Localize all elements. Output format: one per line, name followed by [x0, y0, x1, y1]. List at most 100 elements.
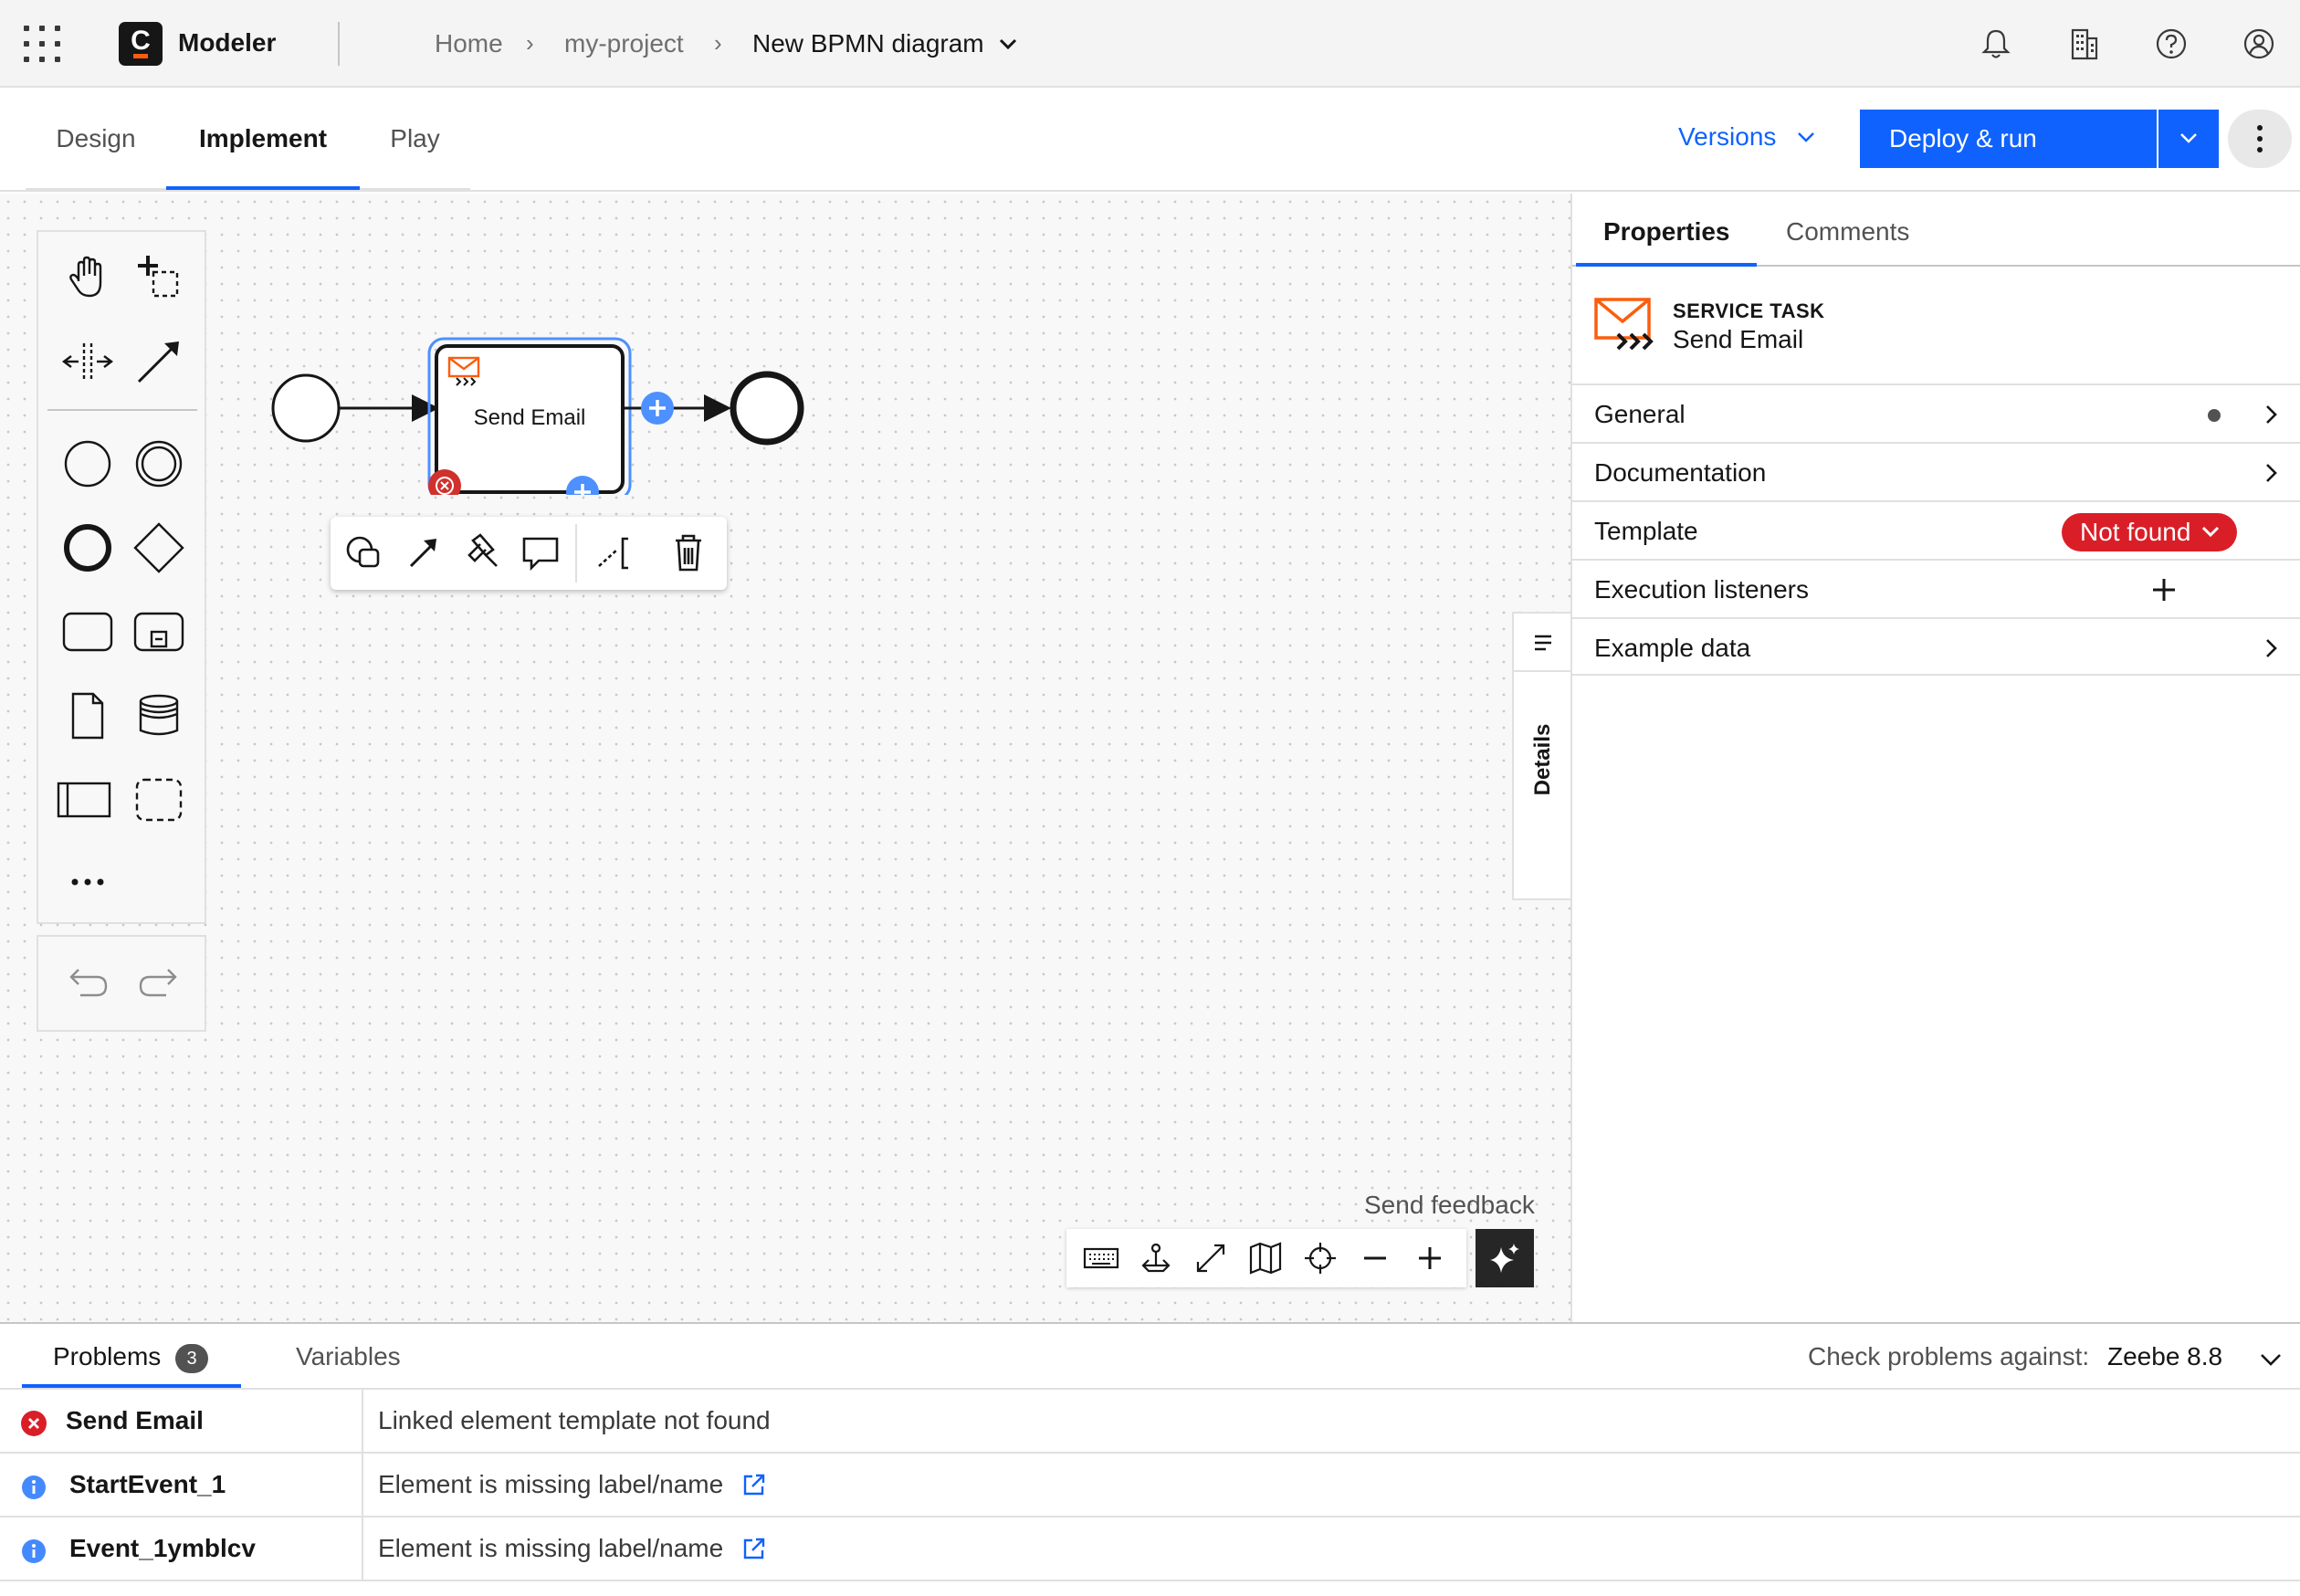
end-event-icon[interactable]	[58, 519, 117, 577]
tab-implement[interactable]: Implement	[166, 88, 360, 192]
tab-problems[interactable]: Problems	[53, 1342, 161, 1371]
notification-icon[interactable]	[1978, 26, 2014, 62]
problem-row[interactable]: Send Email Linked element template not f…	[0, 1390, 2300, 1454]
problem-row[interactable]: StartEvent_1 Element is missing label/na…	[0, 1454, 2300, 1517]
connect-icon[interactable]	[394, 524, 453, 583]
column-divider	[362, 1454, 363, 1517]
changes-indicator	[2208, 409, 2221, 422]
info-icon	[22, 1475, 46, 1499]
group-example-data[interactable]: Example data	[1572, 617, 2300, 676]
group-label: Execution listeners	[1594, 575, 1810, 604]
reset-view-icon[interactable]	[1298, 1236, 1342, 1280]
camunda-logo: C	[119, 22, 163, 66]
history-palette	[37, 935, 206, 1032]
fullscreen-icon[interactable]	[1189, 1236, 1233, 1280]
breadcrumb-project[interactable]: my-project	[564, 29, 684, 58]
tab-comments[interactable]: Comments	[1786, 217, 1909, 247]
group-label: Template	[1594, 517, 1698, 545]
problem-message: Element is missing label/name	[378, 1534, 724, 1562]
tab-variables[interactable]: Variables	[296, 1342, 401, 1371]
canvas-controls	[1066, 1229, 1466, 1287]
group-template[interactable]: Template Not found	[1572, 500, 2300, 559]
color-picker-icon[interactable]	[453, 524, 511, 583]
app-switcher-icon[interactable]	[24, 26, 60, 62]
collapse-panel-icon[interactable]	[2257, 1346, 2284, 1373]
organization-icon[interactable]	[2065, 26, 2102, 62]
send-email-task[interactable]: Send Email	[427, 337, 632, 495]
deployment-icon[interactable]	[1134, 1236, 1178, 1280]
launch-icon[interactable]	[741, 1536, 767, 1561]
ai-assistant-button[interactable]	[1476, 1229, 1534, 1287]
details-separator	[1514, 670, 1570, 672]
problem-message: Element is missing label/name	[378, 1470, 724, 1498]
help-icon[interactable]	[2153, 26, 2190, 62]
properties-panel: Properties Comments SERVICE TASK Send Em…	[1570, 194, 2300, 1322]
undo-icon[interactable]	[58, 955, 117, 1013]
error-icon	[21, 1411, 47, 1436]
context-pad	[331, 517, 727, 590]
chevron-down-icon	[2201, 526, 2220, 538]
app-name[interactable]: Modeler	[178, 28, 276, 58]
minimap-icon[interactable]	[1244, 1236, 1287, 1280]
problem-row[interactable]: Event_1ymblcv Element is missing label/n…	[0, 1517, 2300, 1581]
zoom-in-icon[interactable]	[1408, 1236, 1452, 1280]
comment-icon[interactable]	[511, 524, 570, 583]
more-options-button[interactable]	[2228, 110, 2292, 168]
check-problems-label: Check problems against:	[1808, 1342, 2090, 1370]
intermediate-event-icon[interactable]	[130, 435, 188, 493]
more-elements-icon[interactable]	[58, 853, 117, 911]
end-event[interactable]	[730, 371, 804, 446]
breadcrumb-home[interactable]: Home	[435, 29, 503, 58]
details-panel-toggle[interactable]: Details	[1512, 612, 1570, 900]
global-connect-icon[interactable]	[130, 332, 188, 391]
versions-chevron-icon[interactable]	[1795, 130, 1817, 146]
launch-icon[interactable]	[741, 1472, 767, 1497]
breadcrumb-separator: ›	[714, 29, 722, 57]
active-tab-indicator	[166, 186, 360, 190]
group-execution-listeners[interactable]: Execution listeners	[1572, 559, 2300, 617]
zoom-out-icon[interactable]	[1353, 1236, 1397, 1280]
group-icon[interactable]	[130, 771, 188, 829]
group-general[interactable]: General	[1572, 383, 2300, 442]
tab-properties[interactable]: Properties	[1603, 217, 1730, 247]
keyboard-icon[interactable]	[1079, 1236, 1123, 1280]
space-tool-icon[interactable]	[58, 332, 117, 391]
tab-play[interactable]: Play	[360, 88, 470, 192]
hand-tool-icon[interactable]	[58, 248, 117, 307]
data-store-icon[interactable]	[130, 687, 188, 745]
deploy-options-button[interactable]	[2158, 110, 2219, 168]
delete-icon[interactable]	[659, 524, 718, 583]
task-icon[interactable]	[58, 603, 117, 661]
user-icon[interactable]	[2241, 26, 2277, 62]
append-right-button[interactable]	[641, 392, 674, 425]
subprocess-icon[interactable]	[130, 603, 188, 661]
deploy-run-button[interactable]: Deploy & run	[1860, 110, 2157, 168]
change-type-icon[interactable]	[336, 524, 394, 583]
header-divider	[338, 22, 340, 66]
lasso-tool-icon[interactable]	[130, 248, 188, 307]
text-annotation-icon[interactable]	[586, 524, 645, 583]
start-event-icon[interactable]	[58, 435, 117, 493]
send-feedback-link[interactable]: Send feedback	[1364, 1191, 1535, 1220]
diagram-canvas[interactable]: Send Email Details Send feedback	[0, 194, 1570, 1322]
chevron-down-icon[interactable]	[997, 37, 1019, 53]
list-icon	[1535, 635, 1551, 651]
details-label: Details	[1530, 723, 1555, 796]
pool-icon[interactable]	[55, 771, 113, 829]
breadcrumb-current-diagram[interactable]: New BPMN diagram	[752, 29, 984, 58]
gateway-icon[interactable]	[130, 519, 188, 577]
tool-palette	[37, 230, 206, 924]
add-icon[interactable]	[2148, 573, 2180, 606]
problem-element: Send Email	[66, 1406, 204, 1434]
start-event[interactable]	[271, 373, 341, 443]
data-object-icon[interactable]	[58, 687, 117, 745]
versions-button[interactable]: Versions	[1678, 122, 1776, 152]
tab-design[interactable]: Design	[26, 88, 166, 192]
group-documentation[interactable]: Documentation	[1572, 442, 2300, 500]
problem-count-badge: 3	[175, 1344, 208, 1373]
template-not-found-badge[interactable]: Not found	[2062, 513, 2237, 551]
redo-icon[interactable]	[130, 955, 188, 1013]
element-name: Send Email	[1673, 325, 1804, 353]
group-label: Example data	[1594, 634, 1751, 662]
engine-version-select[interactable]: Zeebe 8.8	[2107, 1342, 2222, 1371]
